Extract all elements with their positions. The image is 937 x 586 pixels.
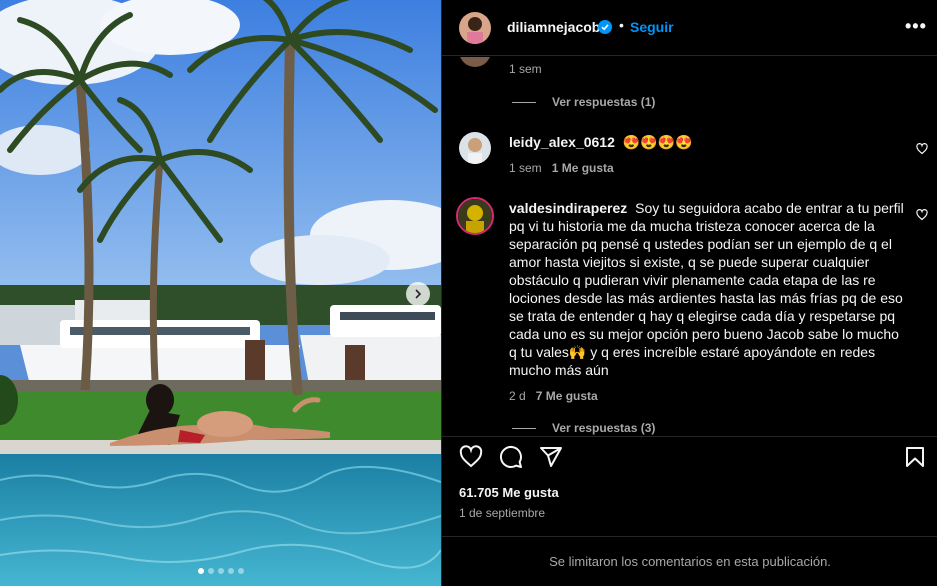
carousel-dot: [207, 568, 214, 574]
comment-username[interactable]: valdesindiraperez: [509, 200, 627, 216]
share-icon[interactable]: [539, 445, 563, 469]
comment-body: valdesindiraperez Soy tu seguidora acabo…: [509, 199, 909, 379]
likes-count[interactable]: 61.705 Me gusta: [459, 485, 559, 500]
author-avatar[interactable]: [459, 12, 491, 44]
comment-likes[interactable]: 1 Me gusta: [552, 161, 614, 175]
carousel-dot: [197, 568, 204, 574]
commenter-avatar[interactable]: [459, 57, 491, 67]
comment-likes[interactable]: 7 Me gusta: [536, 389, 598, 403]
post-actions: [442, 436, 937, 476]
replies-line: [512, 427, 536, 429]
comment-meta: 1 sem 1 Me gusta: [509, 161, 614, 175]
comment-item: valdesindiraperez Soy tu seguidora acabo…: [442, 195, 937, 435]
comment-item: 1 sem Ver respuestas (1): [442, 57, 937, 117]
heart-icon[interactable]: [916, 209, 928, 221]
follow-button[interactable]: Seguir: [630, 19, 674, 35]
post-header: diliamnejacob • Seguir •••: [442, 0, 937, 56]
pool-scene-illustration: [0, 0, 441, 586]
verified-badge-icon: [598, 20, 612, 34]
heart-icon[interactable]: [916, 143, 928, 155]
header-separator: •: [619, 17, 624, 33]
commenter-avatar[interactable]: [459, 132, 491, 164]
author-username[interactable]: diliamnejacob: [507, 19, 600, 35]
comment-time: 1 sem: [509, 161, 542, 175]
view-replies-button[interactable]: Ver respuestas (3): [512, 421, 655, 435]
more-options-icon[interactable]: •••: [905, 16, 927, 37]
comment-text: Soy tu seguidora acabo de entrar a tu pe…: [509, 200, 904, 378]
comment-text: 😍😍😍😍: [622, 134, 693, 150]
carousel-indicator: [0, 568, 441, 574]
heart-icon[interactable]: [459, 445, 483, 469]
comment-username[interactable]: leidy_alex_0612: [509, 134, 615, 150]
post-date[interactable]: 1 de septiembre: [459, 506, 545, 520]
comment-time: 1 sem: [509, 62, 542, 76]
comment-time: 2 d: [509, 389, 526, 403]
replies-line: [512, 101, 536, 103]
next-image-button[interactable]: [406, 282, 430, 306]
comment-item: leidy_alex_0612 😍😍😍😍 1 sem 1 Me gusta: [442, 129, 937, 179]
chevron-right-icon: [415, 289, 422, 299]
view-replies-label: Ver respuestas (3): [552, 421, 656, 435]
comment-meta: 2 d 7 Me gusta: [509, 389, 598, 403]
commenter-avatar[interactable]: [456, 197, 494, 235]
post-image[interactable]: [0, 0, 441, 586]
bookmark-icon[interactable]: [903, 445, 927, 469]
comment-body: leidy_alex_0612 😍😍😍😍: [509, 133, 909, 151]
post-details-panel: diliamnejacob • Seguir ••• 1 sem Ver res…: [441, 0, 937, 586]
comments-list[interactable]: 1 sem Ver respuestas (1) leidy_alex_0612…: [442, 57, 937, 435]
view-replies-label: Ver respuestas (1): [552, 95, 656, 109]
view-replies-button[interactable]: Ver respuestas (1): [512, 95, 655, 109]
carousel-dot: [217, 568, 224, 574]
carousel-dot: [227, 568, 234, 574]
carousel-dot: [237, 568, 244, 574]
comments-disabled-notice: Se limitaron los comentarios en esta pub…: [442, 536, 937, 586]
comment-icon[interactable]: [499, 445, 523, 469]
